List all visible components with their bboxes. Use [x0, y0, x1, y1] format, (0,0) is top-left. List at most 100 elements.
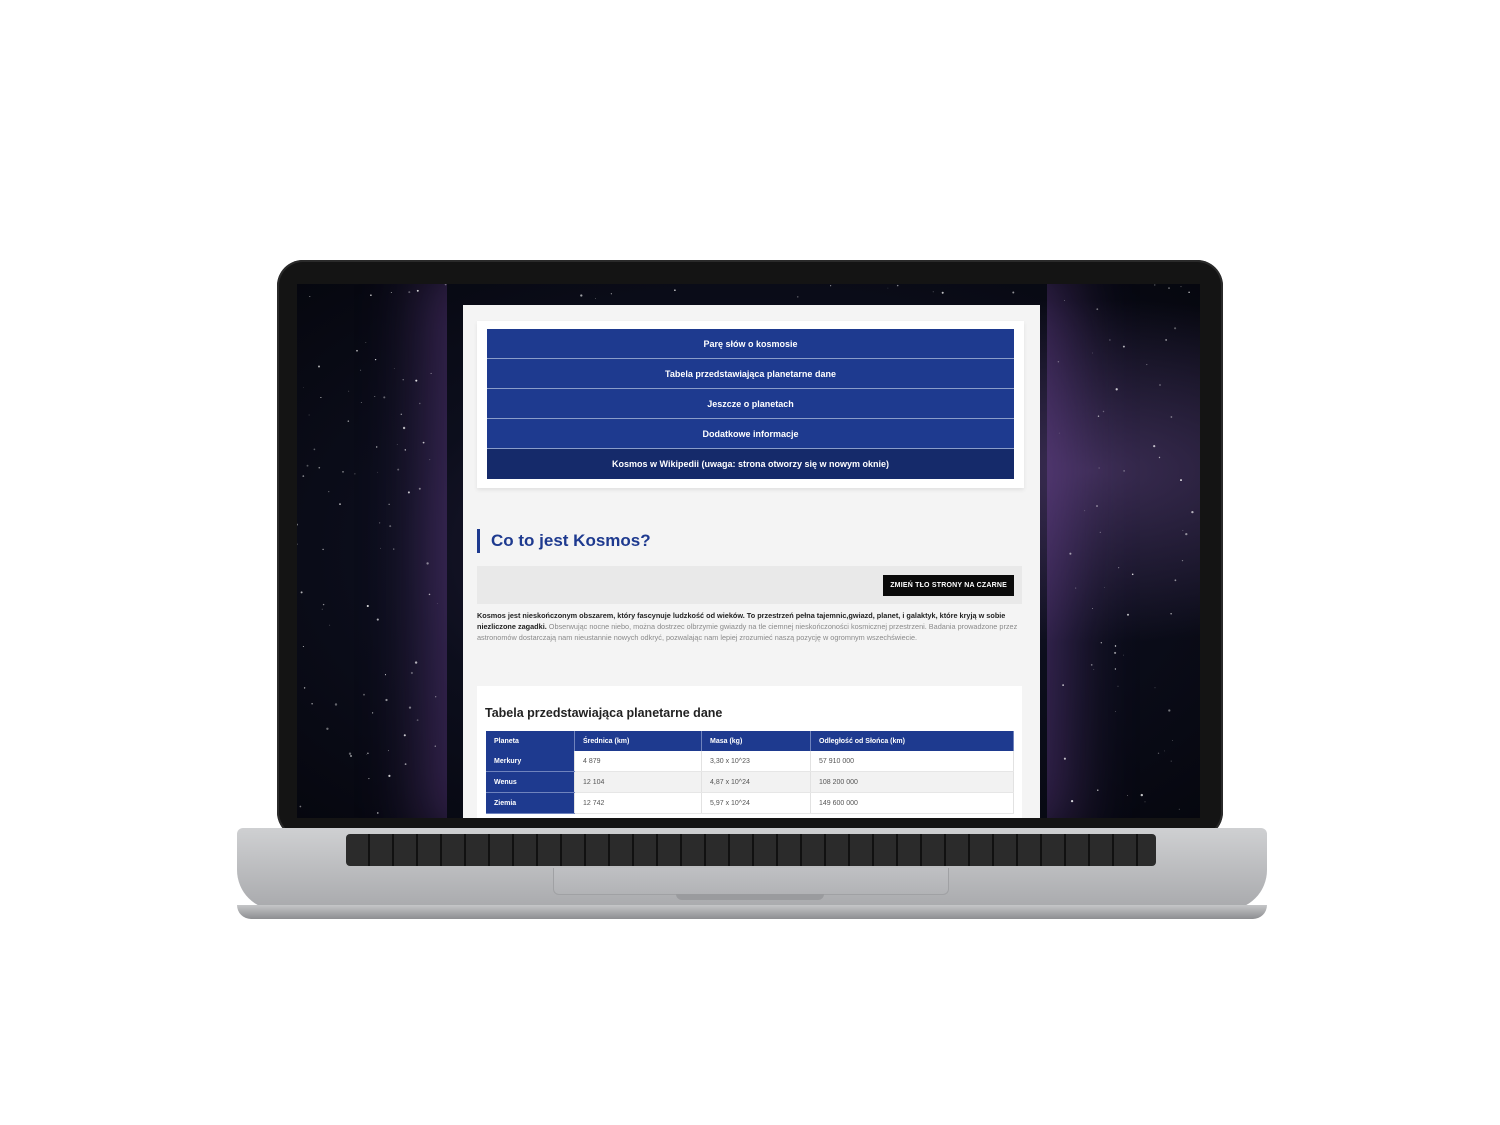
star-dot — [1097, 415, 1100, 417]
star-dot — [887, 287, 889, 289]
star-dot — [1099, 531, 1101, 534]
star-dot — [410, 671, 413, 675]
star-dot — [1168, 709, 1171, 712]
star-dot — [334, 703, 338, 706]
nav-item-additional-info[interactable]: Dodatkowe informacje — [487, 419, 1014, 449]
star-dot — [1100, 642, 1102, 644]
star-dot — [366, 604, 369, 608]
star-dot — [313, 448, 316, 451]
star-dot — [1070, 799, 1074, 803]
star-dot — [1058, 432, 1060, 434]
star-dot — [318, 466, 321, 469]
table-row: Ziemia 12 742 5,97 x 10^24 149 600 000 — [486, 792, 1014, 814]
star-dot — [363, 693, 365, 696]
star-dot — [380, 547, 381, 549]
star-dot — [1178, 808, 1180, 810]
web-page: Parę słów o kosmosie Tabela przedstawiaj… — [463, 305, 1040, 818]
star-dot — [396, 443, 398, 445]
star-dot — [322, 603, 325, 606]
star-dot — [1109, 339, 1111, 341]
star-dot — [1157, 752, 1160, 754]
star-dot — [1096, 505, 1098, 507]
row-header: Merkury — [486, 751, 575, 772]
star-dot — [1117, 685, 1119, 687]
star-dot — [1096, 308, 1099, 311]
nav-item-about-space[interactable]: Parę słów o kosmosie — [487, 329, 1014, 359]
table-cell: 5,97 x 10^24 — [701, 792, 811, 814]
star-dot — [1181, 559, 1184, 562]
table-cell: 4 879 — [574, 751, 702, 772]
star-dot — [435, 696, 437, 698]
star-dot — [1057, 361, 1060, 363]
star-dot — [1154, 284, 1156, 286]
nav-item-more-planets[interactable]: Jeszcze o planetach — [487, 389, 1014, 419]
star-dot — [376, 618, 379, 621]
star-dot — [595, 298, 596, 300]
star-dot — [418, 487, 421, 490]
star-dot — [580, 294, 583, 297]
star-dot — [1122, 345, 1125, 348]
star-dot — [309, 296, 311, 297]
table-title: Tabela przedstawiająca planetarne dane — [485, 706, 723, 720]
lid-notch — [676, 894, 824, 900]
star-dot — [377, 812, 379, 814]
star-dot — [393, 548, 395, 550]
star-dot — [408, 291, 411, 294]
star-dot — [397, 468, 400, 471]
change-background-button[interactable]: ZMIEŃ TŁO STRONY NA CZARNE — [883, 575, 1014, 596]
star-dot — [1069, 552, 1072, 555]
row-header: Wenus — [486, 771, 575, 793]
star-dot — [378, 522, 381, 524]
star-dot — [303, 687, 306, 689]
star-dot — [1164, 750, 1166, 752]
intro-paragraph: Kosmos jest nieskończonym obszarem, któr… — [477, 610, 1022, 643]
star-dot — [356, 349, 358, 352]
star-dot — [320, 396, 322, 399]
star-dot — [1174, 327, 1177, 330]
star-dot — [383, 396, 386, 399]
star-dot — [408, 706, 412, 709]
star-dot — [1172, 740, 1173, 741]
star-dot — [348, 390, 350, 392]
column-header-diameter: Średnica (km) — [574, 731, 702, 751]
star-dot — [303, 387, 304, 388]
star-dot — [387, 750, 389, 752]
star-dot — [297, 523, 298, 526]
star-dot — [1104, 587, 1105, 588]
star-dot — [300, 591, 303, 594]
star-dot — [366, 754, 368, 755]
star-dot — [428, 593, 431, 596]
star-dot — [1140, 793, 1143, 797]
star-dot — [1180, 286, 1182, 288]
star-dot — [328, 491, 330, 493]
star-dot — [402, 379, 404, 381]
table-row: Merkury 4 879 3,30 x 10^23 57 910 000 — [486, 751, 1014, 772]
star-dot — [407, 491, 410, 494]
star-dot — [350, 755, 352, 757]
star-dot — [403, 734, 406, 737]
star-dot — [1115, 711, 1116, 712]
button-bar: ZMIEŃ TŁO STRONY NA CZARNE — [477, 566, 1022, 604]
star-dot — [388, 503, 390, 505]
table-row: Wenus 12 104 4,87 x 10^24 108 200 000 — [486, 771, 1014, 793]
star-dot — [367, 752, 369, 755]
star-dot — [1191, 510, 1194, 514]
star-dot — [444, 284, 447, 286]
star-dot — [306, 464, 309, 467]
star-dot — [326, 727, 329, 730]
nav-item-wikipedia-link[interactable]: Kosmos w Wikipedii (uwaga: strona otworz… — [487, 449, 1014, 479]
star-dot — [1063, 300, 1065, 301]
nav-item-planet-table[interactable]: Tabela przedstawiająca planetarne dane — [487, 359, 1014, 389]
star-dot — [610, 293, 612, 295]
star-dot — [376, 446, 378, 448]
table-cell: 149 600 000 — [810, 792, 1014, 814]
star-dot — [415, 379, 418, 382]
star-dot — [1012, 291, 1015, 294]
star-dot — [1168, 287, 1170, 289]
star-dot — [342, 471, 344, 473]
star-dot — [1127, 795, 1128, 796]
table-cell: 12 742 — [574, 792, 702, 814]
star-dot — [1159, 384, 1161, 386]
star-dot — [347, 420, 350, 422]
star-dot — [302, 475, 305, 477]
